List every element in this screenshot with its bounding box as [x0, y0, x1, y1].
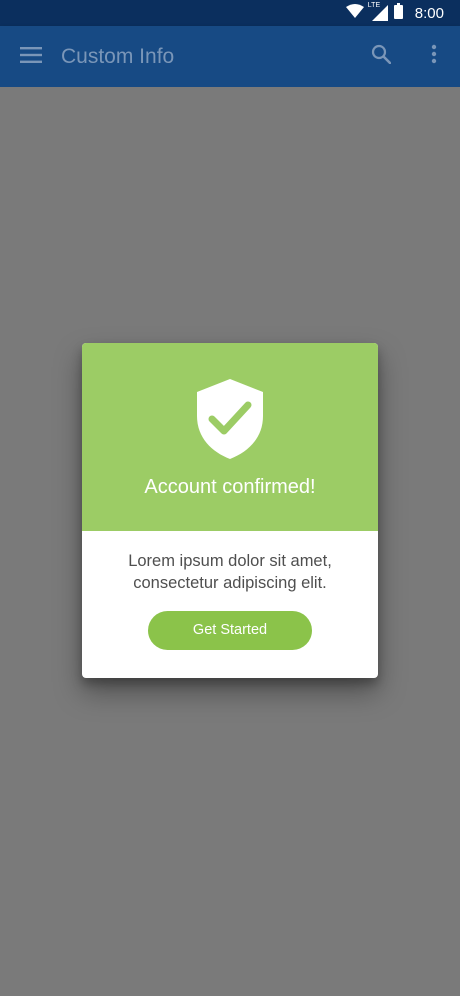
- wifi-icon: [345, 3, 364, 23]
- search-button[interactable]: [364, 39, 398, 73]
- more-options-button[interactable]: [417, 39, 451, 73]
- battery-icon: [393, 2, 403, 24]
- clock: 8:00: [414, 4, 444, 22]
- network-type-label: LTE: [367, 2, 381, 9]
- more-vert-icon: [431, 44, 437, 69]
- get-started-button[interactable]: Get Started: [148, 611, 312, 650]
- cellular-signal-icon: LTE: [367, 2, 388, 21]
- search-icon: [371, 44, 392, 69]
- confirmation-dialog: Account confirmed! Lorem ipsum dolor sit…: [82, 343, 378, 678]
- status-bar: LTE 8:00: [0, 0, 460, 26]
- dialog-message: Lorem ipsum dolor sit amet, consectetur …: [82, 550, 378, 594]
- dialog-title: Account confirmed!: [144, 476, 316, 498]
- dialog-message-line-2: consectetur adipiscing elit.: [133, 574, 327, 592]
- menu-button[interactable]: [14, 40, 48, 74]
- shield-check-icon: [195, 378, 265, 460]
- dialog-header: Account confirmed!: [82, 343, 378, 531]
- app-bar: Custom Info: [0, 26, 460, 87]
- app-title: Custom Info: [61, 45, 175, 68]
- status-icons: LTE 8:00: [345, 0, 444, 26]
- dialog-message-line-1: Lorem ipsum dolor sit amet,: [128, 552, 332, 570]
- menu-icon: [20, 46, 42, 68]
